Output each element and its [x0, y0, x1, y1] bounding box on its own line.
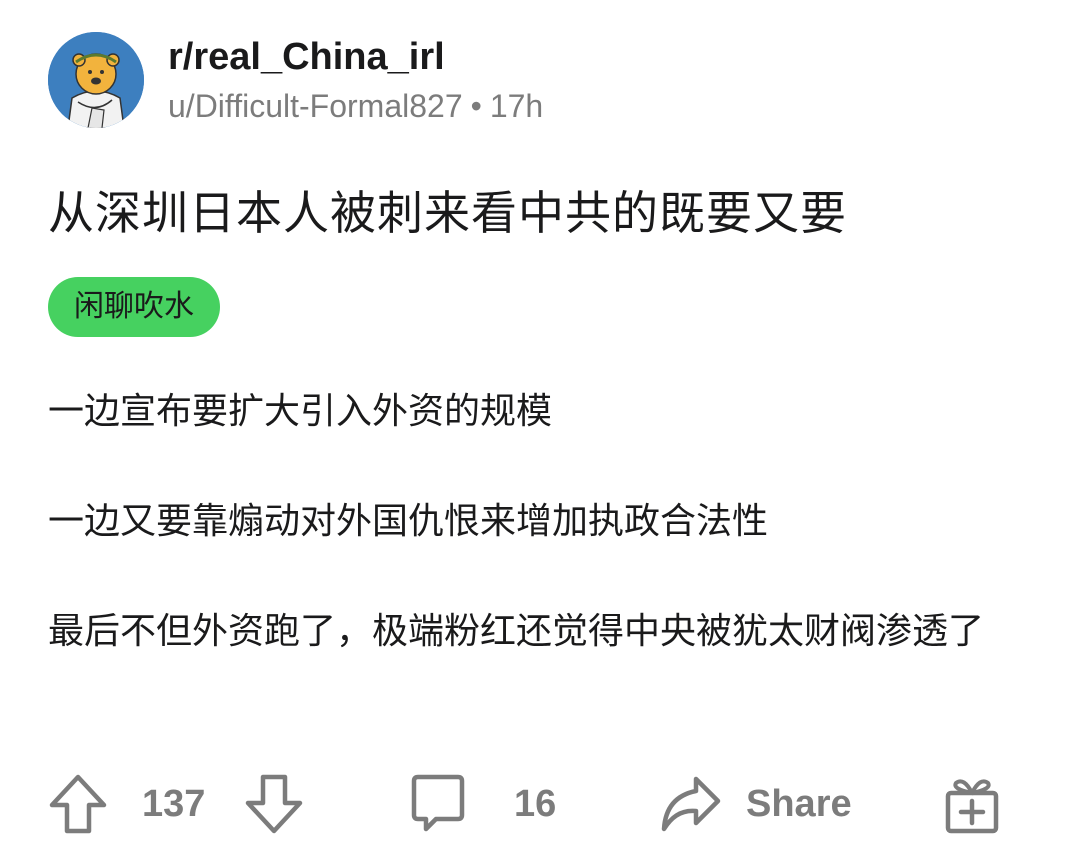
body-paragraph: 一边又要靠煽动对外国仇恨来增加执政合法性 — [48, 501, 769, 542]
comment-count: 16 — [514, 782, 557, 825]
subreddit-avatar[interactable] — [48, 32, 144, 128]
body-paragraph: 一边宣布要扩大引入外资的规模 — [48, 391, 553, 432]
body-paragraph: 最后不但外资跑了，极端粉红还觉得中央被犹太财阀渗透了 — [48, 611, 985, 652]
downvote-button[interactable] — [244, 768, 304, 840]
post-age: 17h — [489, 88, 544, 124]
vote-score: 137 — [142, 768, 205, 840]
downvote-arrow-icon[interactable] — [244, 773, 304, 835]
post-action-bar: 137 16 Share — [48, 768, 1038, 840]
post-body: 一边宣布要扩大引入外资的规模 一边又要靠煽动对外国仇恨来增加执政合法性 最后不但… — [48, 385, 1038, 659]
post-title[interactable]: 从深圳日本人被刺来看中共的既要又要 — [48, 182, 847, 244]
post-flair[interactable]: 闲聊吹水 — [48, 277, 220, 337]
subreddit-name[interactable]: r/real_China_irl — [168, 34, 543, 80]
share-arrow-icon[interactable] — [658, 773, 722, 835]
comment-count-wrap: 16 — [514, 768, 556, 840]
upvote-button[interactable] — [48, 768, 108, 840]
share-label[interactable]: Share — [746, 783, 852, 826]
author-name[interactable]: u/Difficult-Formal827 — [168, 88, 463, 124]
share-button[interactable]: Share — [658, 768, 852, 840]
post-byline: u/Difficult-Formal827 • 17h — [168, 86, 543, 126]
award-button[interactable] — [942, 768, 1002, 840]
upvote-arrow-icon[interactable] — [48, 773, 108, 835]
score-count: 137 — [142, 782, 206, 825]
bear-avatar-icon — [48, 32, 144, 128]
comments-button[interactable] — [408, 768, 468, 840]
post-header: r/real_China_irl u/Difficult-Formal827 • 1… — [48, 30, 543, 130]
comment-bubble-icon[interactable] — [408, 773, 468, 835]
gift-award-icon[interactable] — [942, 773, 1002, 835]
byline-separator: • — [470, 88, 482, 124]
